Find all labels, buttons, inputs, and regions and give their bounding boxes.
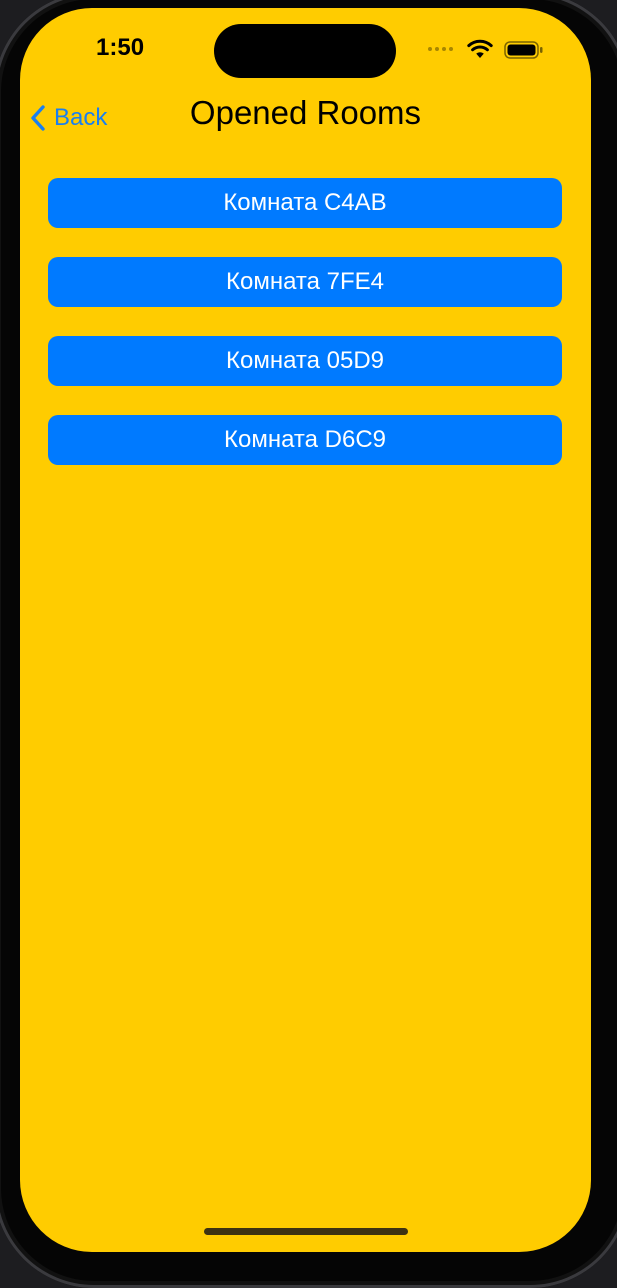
device-frame: 1:50 Back Opened Rooms Комната C4AB Комн…: [0, 0, 617, 1288]
home-indicator[interactable]: [204, 1228, 408, 1235]
room-button[interactable]: Комната C4AB: [48, 178, 562, 228]
status-time: 1:50: [96, 34, 145, 61]
signal-dots-icon: [428, 47, 453, 51]
wifi-icon: [467, 39, 493, 58]
page-title: Opened Rooms: [189, 94, 422, 131]
room-list: Комната C4AB Комната 7FE4 Комната 05D9 К…: [48, 178, 562, 465]
battery-icon: [504, 41, 543, 59]
app-screen: 1:50 Back Opened Rooms Комната C4AB Комн…: [20, 8, 591, 1252]
room-button[interactable]: Комната D6C9: [48, 415, 562, 465]
dynamic-island: [214, 24, 396, 78]
room-button[interactable]: Комната 05D9: [48, 336, 562, 386]
room-button[interactable]: Комната 7FE4: [48, 257, 562, 307]
